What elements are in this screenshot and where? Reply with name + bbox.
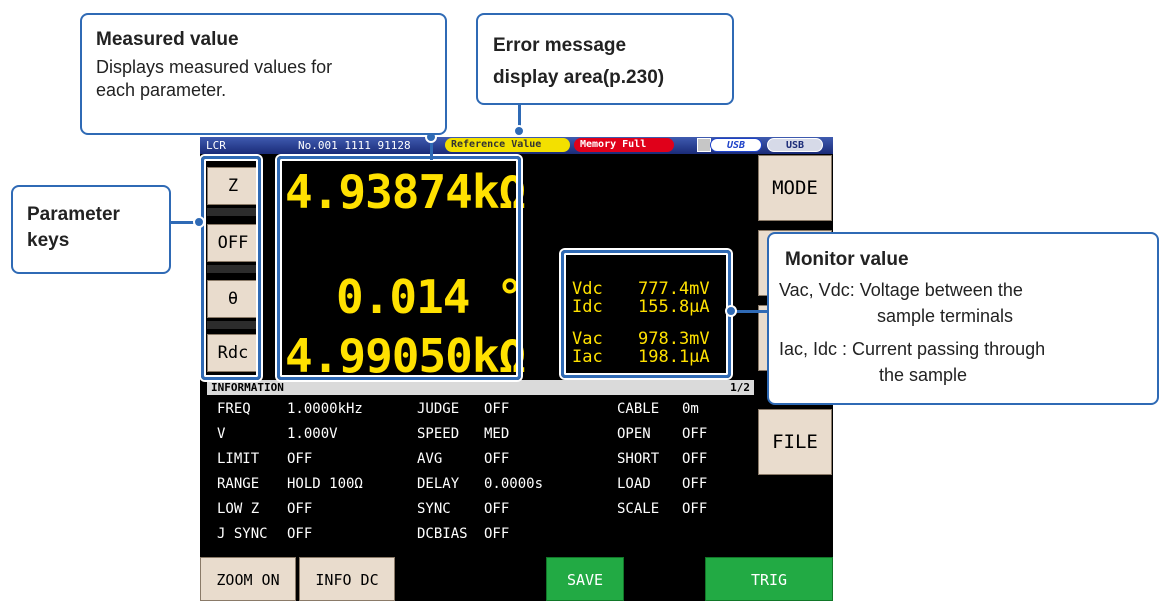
monitor-desc-3: Iac, Idc : Current passing through	[779, 339, 1046, 359]
measured-value-desc-1: Displays measured values for	[96, 57, 333, 77]
usb-memory-icon	[697, 138, 711, 152]
info-value: OFF	[287, 526, 313, 542]
parameter-keys-line-2: keys	[27, 230, 70, 251]
memory-full-badge: Memory Full	[574, 138, 674, 152]
measured-value-desc-2: each parameter.	[96, 80, 227, 100]
info-label: FREQ	[217, 401, 251, 417]
error-message-line-2: display area(p.230)	[493, 67, 665, 88]
error-connector-dot	[513, 125, 525, 137]
measured-value-title: Measured value	[96, 29, 239, 50]
information-header: INFORMATION 1/2	[207, 380, 754, 395]
info-value: OFF	[484, 401, 510, 417]
info-value: OFF	[682, 426, 708, 442]
error-message-callout: Error message display area(p.230)	[476, 13, 734, 105]
save-button[interactable]: SAVE	[546, 557, 624, 601]
info-value: OFF	[682, 451, 708, 467]
information-title: INFORMATION	[211, 381, 284, 394]
usb-connection-badge: USB	[767, 138, 823, 152]
measured-value-callout: Measured value Displays measured values …	[80, 13, 447, 135]
info-label: DCBIAS	[417, 526, 468, 542]
info-label: LOW Z	[217, 501, 260, 517]
info-label: CABLE	[617, 401, 660, 417]
info-value: OFF	[287, 501, 313, 517]
info-label: AVG	[417, 451, 443, 467]
monitor-desc-1: Vac, Vdc: Voltage between the	[779, 280, 1023, 300]
info-label: OPEN	[617, 426, 651, 442]
info-label: SCALE	[617, 501, 660, 517]
information-page: 1/2	[730, 381, 750, 394]
monitor-value-title: Monitor value	[785, 249, 909, 270]
info-value: OFF	[682, 501, 708, 517]
parameter-keys-callout: Parameter keys	[11, 185, 171, 274]
info-value: HOLD 100Ω	[287, 476, 363, 492]
monitor-connector-dot	[725, 305, 737, 317]
info-label: V	[217, 426, 226, 442]
info-label: LOAD	[617, 476, 651, 492]
zoom-on-button[interactable]: ZOOM ON	[200, 557, 296, 601]
info-value: 0.0000s	[484, 476, 544, 492]
info-label: SHORT	[617, 451, 660, 467]
monitor-desc-2: sample terminals	[877, 306, 1014, 326]
info-dc-button[interactable]: INFO DC	[299, 557, 395, 601]
info-label: J SYNC	[217, 526, 268, 542]
info-label: LIMIT	[217, 451, 260, 467]
info-label: SYNC	[417, 501, 451, 517]
info-label: DELAY	[417, 476, 460, 492]
info-value: OFF	[484, 501, 510, 517]
info-label: RANGE	[217, 476, 260, 492]
parameter-connector-dot	[193, 216, 205, 228]
parameter-keys-line-1: Parameter	[27, 204, 120, 225]
error-message-line-1: Error message	[493, 35, 627, 56]
info-label: JUDGE	[417, 401, 460, 417]
file-number: No.001 1111 91128	[298, 139, 411, 152]
parameter-keys-highlight	[201, 156, 261, 380]
reference-value-badge: Reference Value	[445, 138, 570, 152]
info-value: OFF	[484, 526, 510, 542]
info-value: MED	[484, 426, 510, 442]
mode-button[interactable]: MODE	[758, 155, 832, 221]
info-value: 0m	[682, 401, 699, 417]
monitor-value-callout: Monitor value Vac, Vdc: Voltage between …	[767, 232, 1159, 405]
info-value: OFF	[682, 476, 708, 492]
monitor-desc-4: the sample	[879, 365, 968, 385]
monitor-value-highlight	[561, 250, 731, 378]
info-value: OFF	[484, 451, 510, 467]
usb-status-badge: USB	[710, 138, 762, 152]
measured-value-highlight	[277, 156, 521, 380]
info-value: 1.000V	[287, 426, 338, 442]
info-value: OFF	[287, 451, 313, 467]
information-panel: FREQ 1.0000kHz JUDGE OFF CABLE 0m V 1.00…	[207, 395, 754, 553]
trig-button[interactable]: TRIG	[705, 557, 833, 601]
info-label: SPEED	[417, 426, 460, 442]
file-button[interactable]: FILE	[758, 409, 832, 475]
mode-label: LCR	[206, 139, 226, 152]
info-value: 1.0000kHz	[287, 401, 363, 417]
title-bar: LCR No.001 1111 91128 Reference Value Me…	[200, 137, 833, 154]
bottom-button-bar: ZOOM ON INFO DC SAVE TRIG	[200, 557, 833, 601]
